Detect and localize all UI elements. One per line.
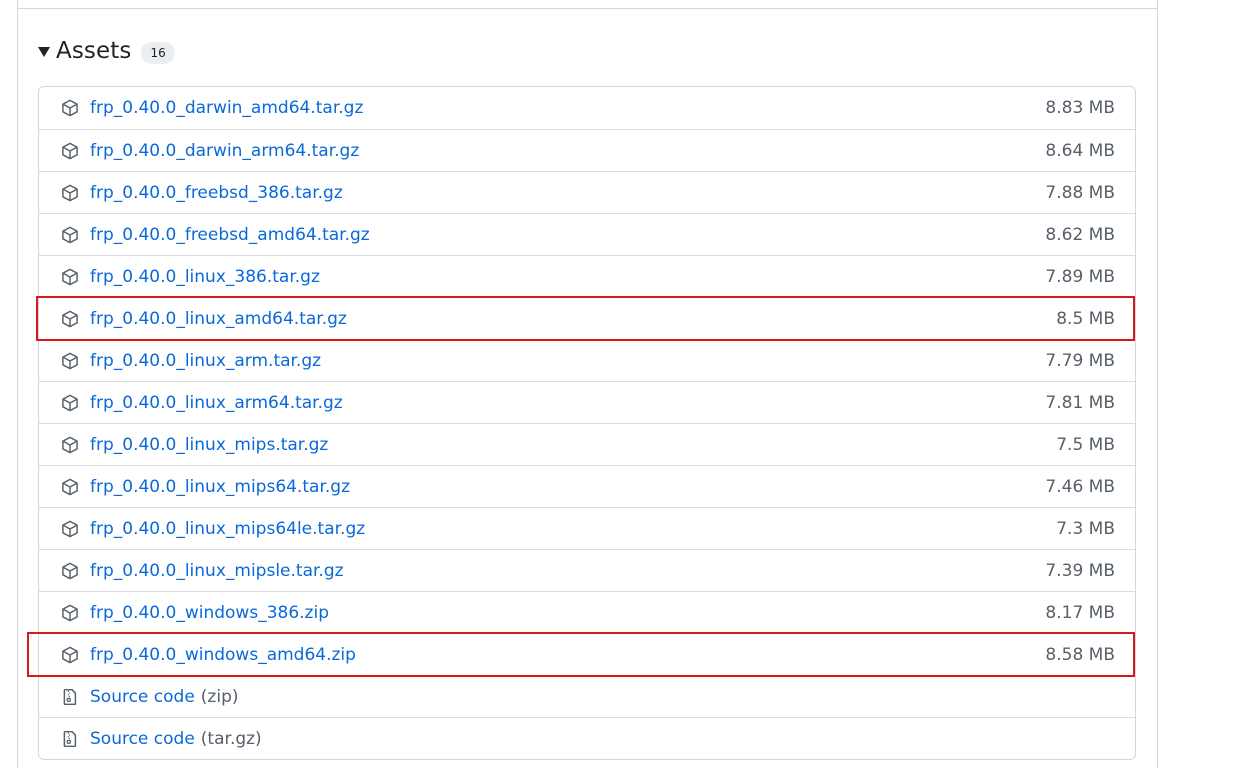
package-icon xyxy=(61,520,79,538)
asset-row: frp_0.40.0_linux_mips64le.tar.gz 7.3 MB xyxy=(39,507,1135,549)
asset-size: 7.79 MB xyxy=(1045,350,1115,371)
source-code-format: (zip) xyxy=(200,686,239,707)
package-icon xyxy=(61,436,79,454)
asset-size: 8.62 MB xyxy=(1045,224,1115,245)
card-divider xyxy=(17,8,1157,9)
package-icon xyxy=(61,604,79,622)
asset-download-link[interactable]: frp_0.40.0_darwin_amd64.tar.gz xyxy=(90,98,363,118)
asset-size: 8.17 MB xyxy=(1045,602,1115,623)
asset-row: frp_0.40.0_linux_amd64.tar.gz 8.5 MB xyxy=(39,297,1135,339)
asset-size: 7.46 MB xyxy=(1045,476,1115,497)
asset-size: 8.5 MB xyxy=(1056,308,1115,329)
asset-download-link[interactable]: frp_0.40.0_linux_mipsle.tar.gz xyxy=(90,561,344,581)
asset-row: frp_0.40.0_freebsd_amd64.tar.gz 8.62 MB xyxy=(39,213,1135,255)
asset-size: 8.83 MB xyxy=(1045,98,1115,118)
package-icon xyxy=(61,226,79,244)
package-icon xyxy=(61,394,79,412)
source-code-row: Source code (zip) xyxy=(39,675,1135,717)
asset-row: frp_0.40.0_darwin_amd64.tar.gz 8.83 MB xyxy=(39,87,1135,129)
source-code-link[interactable]: Source code (tar.gz) xyxy=(90,729,262,749)
source-code-row: Source code (tar.gz) xyxy=(39,717,1135,759)
asset-row: frp_0.40.0_linux_arm.tar.gz 7.79 MB xyxy=(39,339,1135,381)
package-icon xyxy=(61,562,79,580)
asset-size: 7.88 MB xyxy=(1045,182,1115,203)
package-icon xyxy=(61,646,79,664)
assets-header[interactable]: Assets 16 xyxy=(38,33,175,69)
package-icon xyxy=(61,310,79,328)
package-icon xyxy=(61,352,79,370)
file-zip-icon xyxy=(61,730,79,748)
asset-size: 7.5 MB xyxy=(1056,434,1115,455)
asset-download-link[interactable]: frp_0.40.0_linux_mips64le.tar.gz xyxy=(90,519,365,539)
asset-size: 7.89 MB xyxy=(1045,266,1115,287)
package-icon xyxy=(61,99,79,117)
asset-row: frp_0.40.0_linux_386.tar.gz 7.89 MB xyxy=(39,255,1135,297)
package-icon xyxy=(61,478,79,496)
package-icon xyxy=(61,184,79,202)
asset-download-link[interactable]: frp_0.40.0_linux_arm.tar.gz xyxy=(90,351,321,371)
source-code-link[interactable]: Source code (zip) xyxy=(90,687,239,707)
asset-row: frp_0.40.0_linux_mips64.tar.gz 7.46 MB xyxy=(39,465,1135,507)
source-code-label: Source code xyxy=(90,686,195,707)
asset-size: 8.58 MB xyxy=(1045,644,1115,665)
package-icon xyxy=(61,142,79,160)
asset-size: 7.81 MB xyxy=(1045,392,1115,413)
assets-count-badge: 16 xyxy=(141,42,175,64)
asset-row: frp_0.40.0_linux_mipsle.tar.gz 7.39 MB xyxy=(39,549,1135,591)
asset-row: frp_0.40.0_linux_mips.tar.gz 7.5 MB xyxy=(39,423,1135,465)
source-code-format: (tar.gz) xyxy=(200,728,262,749)
asset-download-link[interactable]: frp_0.40.0_linux_mips.tar.gz xyxy=(90,435,328,455)
source-code-label: Source code xyxy=(90,728,195,749)
asset-row: frp_0.40.0_linux_arm64.tar.gz 7.81 MB xyxy=(39,381,1135,423)
file-zip-icon xyxy=(61,688,79,706)
asset-size: 7.3 MB xyxy=(1056,518,1115,539)
asset-size: 8.64 MB xyxy=(1045,140,1115,161)
asset-row: frp_0.40.0_windows_386.zip 8.17 MB xyxy=(39,591,1135,633)
asset-row: frp_0.40.0_freebsd_386.tar.gz 7.88 MB xyxy=(39,171,1135,213)
asset-download-link[interactable]: frp_0.40.0_windows_amd64.zip xyxy=(90,645,356,665)
asset-download-link[interactable]: frp_0.40.0_darwin_arm64.tar.gz xyxy=(90,141,359,161)
asset-download-link[interactable]: frp_0.40.0_freebsd_amd64.tar.gz xyxy=(90,225,370,245)
asset-download-link[interactable]: frp_0.40.0_linux_amd64.tar.gz xyxy=(90,309,347,329)
release-page: Assets 16 frp_0.40.0_darwin_amd64.tar.gz… xyxy=(0,0,1234,768)
triangle-down-icon[interactable] xyxy=(38,47,50,57)
asset-size: 7.39 MB xyxy=(1045,560,1115,581)
package-icon xyxy=(61,268,79,286)
asset-row: frp_0.40.0_windows_amd64.zip 8.58 MB xyxy=(39,633,1135,675)
asset-row: frp_0.40.0_darwin_arm64.tar.gz 8.64 MB xyxy=(39,129,1135,171)
assets-title[interactable]: Assets xyxy=(56,38,131,64)
asset-download-link[interactable]: frp_0.40.0_linux_mips64.tar.gz xyxy=(90,477,350,497)
asset-download-link[interactable]: frp_0.40.0_freebsd_386.tar.gz xyxy=(90,183,343,203)
assets-list: frp_0.40.0_darwin_amd64.tar.gz 8.83 MB frp… xyxy=(38,86,1136,760)
asset-download-link[interactable]: frp_0.40.0_linux_386.tar.gz xyxy=(90,267,320,287)
asset-download-link[interactable]: frp_0.40.0_linux_arm64.tar.gz xyxy=(90,393,343,413)
asset-download-link[interactable]: frp_0.40.0_windows_386.zip xyxy=(90,603,329,623)
